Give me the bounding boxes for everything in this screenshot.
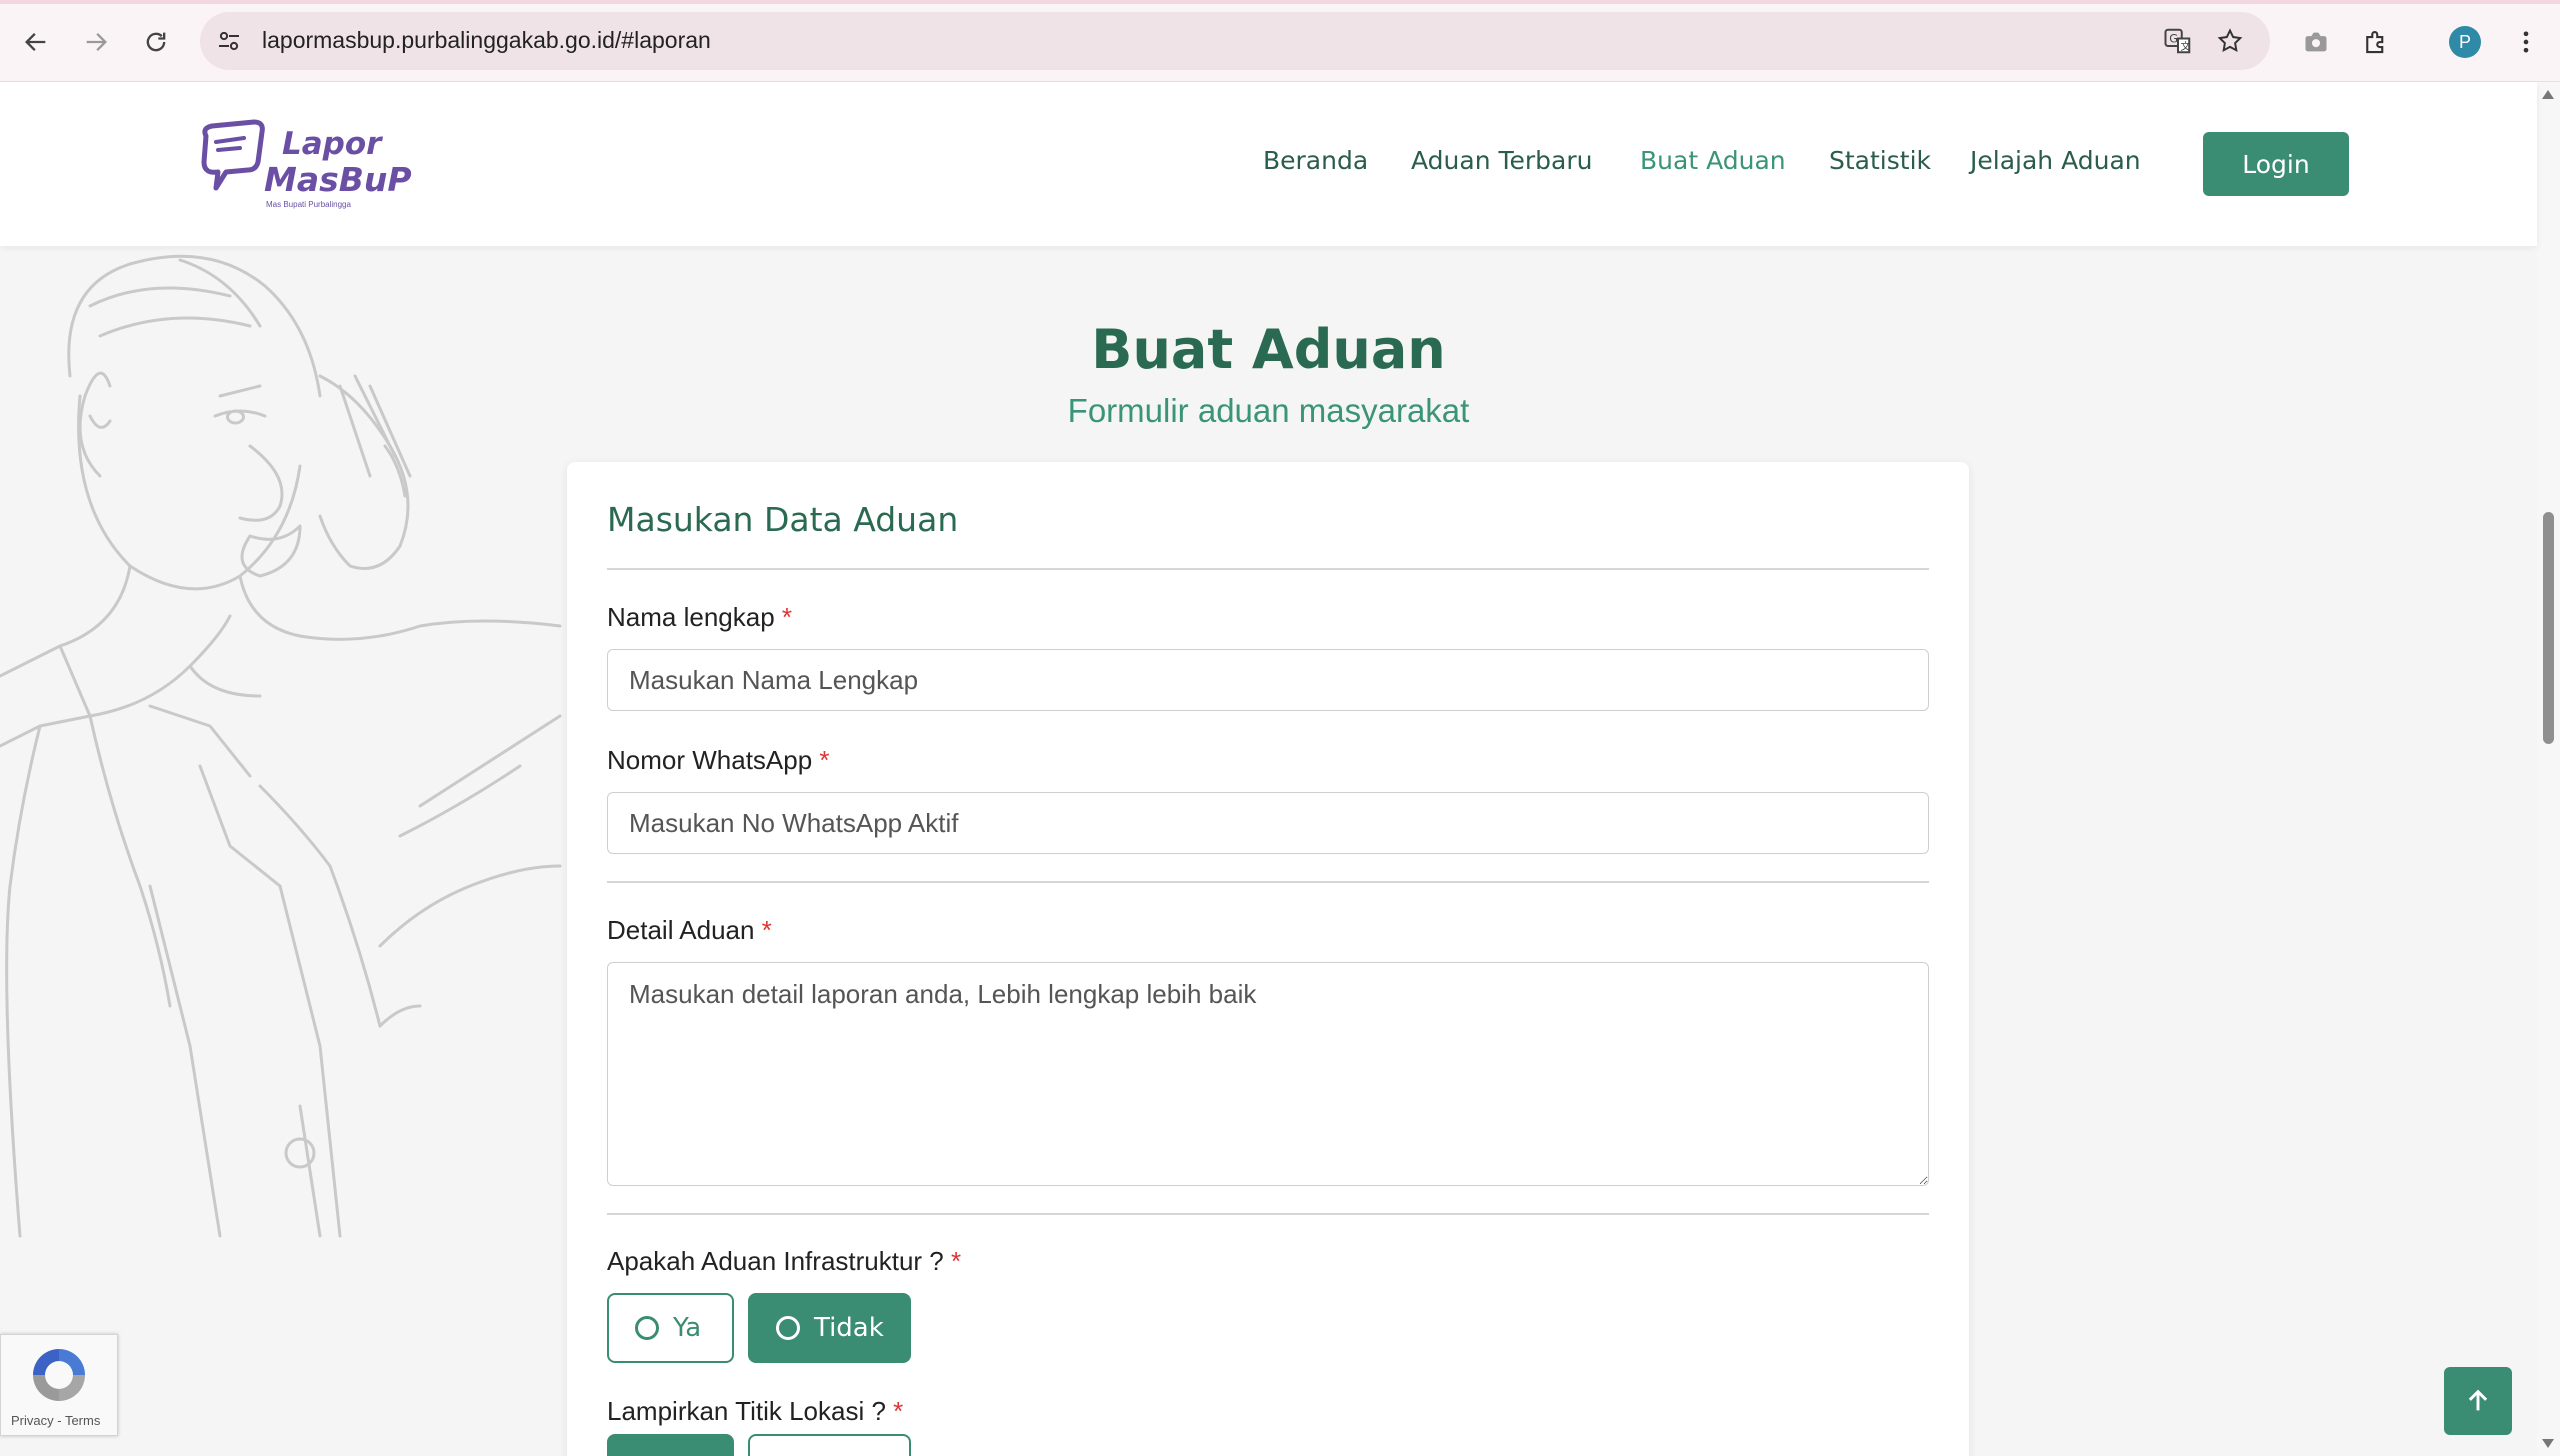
lokasi-label-text: Lampirkan Titik Lokasi ? bbox=[607, 1396, 886, 1426]
site-settings-icon[interactable] bbox=[214, 26, 244, 56]
infrastruktur-option-ya[interactable]: Ya bbox=[607, 1293, 734, 1363]
browser-toolbar: lapormasbup.purbalinggakab.go.id/#lapora… bbox=[0, 0, 2560, 82]
divider bbox=[607, 881, 1929, 883]
profile-avatar[interactable]: P bbox=[2449, 26, 2481, 58]
page-scrollbar[interactable] bbox=[2537, 82, 2560, 1456]
nav-jelajah-aduan[interactable]: Jelajah Aduan bbox=[1970, 146, 2141, 175]
arrow-up-icon bbox=[2468, 1389, 2488, 1411]
required-mark: * bbox=[761, 915, 772, 945]
infrastruktur-label: Apakah Aduan Infrastruktur ? * bbox=[607, 1246, 961, 1277]
tab-strip-edge bbox=[0, 0, 2560, 4]
forward-icon[interactable] bbox=[74, 20, 118, 64]
bookmark-star-icon[interactable] bbox=[2214, 25, 2246, 57]
option-label: Ya bbox=[673, 1313, 702, 1343]
site-header: Lapor MasBuP Mas Bupati Purbalingga Bera… bbox=[0, 82, 2537, 246]
required-mark: * bbox=[781, 602, 793, 632]
extensions-puzzle-icon[interactable] bbox=[2356, 22, 2396, 62]
detail-aduan-textarea[interactable] bbox=[607, 962, 1929, 1186]
required-mark: * bbox=[951, 1246, 962, 1276]
reload-icon[interactable] bbox=[134, 20, 178, 64]
recaptcha-logo-icon bbox=[33, 1349, 85, 1401]
divider bbox=[607, 1213, 1929, 1215]
nav-buat-aduan[interactable]: Buat Aduan bbox=[1640, 146, 1786, 175]
nomor-whatsapp-input[interactable] bbox=[607, 792, 1929, 854]
required-mark: * bbox=[819, 745, 830, 775]
infrastruktur-label-text: Apakah Aduan Infrastruktur ? bbox=[607, 1246, 944, 1276]
recaptcha-links: Privacy - Terms bbox=[11, 1413, 100, 1428]
translate-icon[interactable]: G文 bbox=[2162, 25, 2194, 57]
scrollbar-thumb[interactable] bbox=[2543, 512, 2554, 744]
detail-label-text: Detail Aduan bbox=[607, 915, 755, 945]
scroll-up-arrow-icon[interactable] bbox=[2542, 90, 2554, 99]
recaptcha-badge[interactable]: Privacy - Terms bbox=[0, 1334, 118, 1436]
url-text[interactable]: lapormasbup.purbalinggakab.go.id/#lapora… bbox=[262, 27, 711, 54]
back-icon[interactable] bbox=[14, 20, 58, 64]
back-to-top-button[interactable] bbox=[2444, 1367, 2512, 1435]
required-mark: * bbox=[893, 1396, 904, 1426]
terms-link[interactable]: Terms bbox=[65, 1413, 100, 1428]
whatsapp-label: Nomor WhatsApp * bbox=[607, 745, 830, 776]
nav-statistik[interactable]: Statistik bbox=[1829, 146, 1931, 175]
kebab-menu-icon[interactable] bbox=[2506, 22, 2546, 62]
scroll-down-arrow-icon[interactable] bbox=[2542, 1439, 2554, 1448]
nama-label: Nama lengkap * bbox=[607, 602, 792, 633]
radio-circle-icon bbox=[635, 1316, 659, 1340]
radio-circle-icon bbox=[776, 1316, 800, 1340]
address-bar[interactable]: lapormasbup.purbalinggakab.go.id/#lapora… bbox=[200, 12, 2270, 70]
nama-lengkap-input[interactable] bbox=[607, 649, 1929, 711]
logo-line2: MasBuP bbox=[264, 160, 412, 199]
lokasi-option-1[interactable] bbox=[607, 1434, 734, 1456]
lokasi-option-2[interactable] bbox=[748, 1434, 911, 1456]
infrastruktur-option-tidak[interactable]: Tidak bbox=[748, 1293, 911, 1363]
form-card-title: Masukan Data Aduan bbox=[607, 500, 959, 539]
option-label: Tidak bbox=[814, 1313, 884, 1343]
logo-line1: Lapor bbox=[282, 126, 382, 162]
lokasi-label: Lampirkan Titik Lokasi ? * bbox=[607, 1396, 903, 1427]
svg-text:文: 文 bbox=[2181, 40, 2191, 53]
separator: - bbox=[53, 1413, 65, 1428]
complaint-form-card: Masukan Data Aduan Nama lengkap * Nomor … bbox=[567, 462, 1969, 1456]
lapor-masbup-logo[interactable]: Lapor MasBuP Mas Bupati Purbalingga bbox=[196, 118, 412, 213]
page-title: Buat Aduan bbox=[1091, 318, 1446, 381]
detail-label: Detail Aduan * bbox=[607, 915, 772, 946]
nama-label-text: Nama lengkap bbox=[607, 602, 775, 632]
logo-tagline: Mas Bupati Purbalingga bbox=[266, 200, 351, 209]
whatsapp-label-text: Nomor WhatsApp bbox=[607, 745, 813, 775]
privacy-link[interactable]: Privacy bbox=[11, 1413, 54, 1428]
svg-text:G: G bbox=[2169, 32, 2178, 45]
nav-beranda[interactable]: Beranda bbox=[1263, 146, 1368, 175]
login-button[interactable]: Login bbox=[2203, 132, 2349, 196]
camera-icon[interactable] bbox=[2296, 22, 2336, 62]
page-subtitle: Formulir aduan masyarakat bbox=[1067, 392, 1470, 429]
divider bbox=[607, 568, 1929, 570]
nav-aduan-terbaru[interactable]: Aduan Terbaru bbox=[1411, 146, 1592, 175]
